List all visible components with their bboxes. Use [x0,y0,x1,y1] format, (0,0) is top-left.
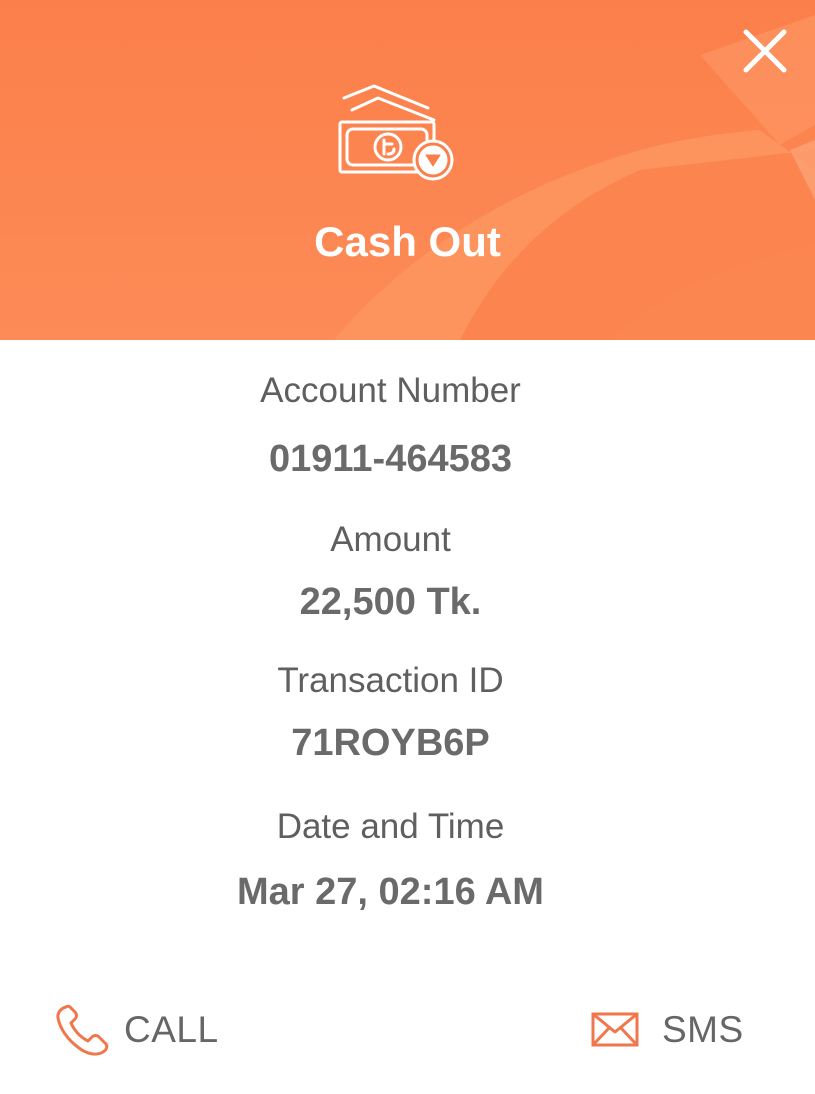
call-label: CALL [124,1009,219,1050]
date-time-label: Date and Time [276,807,505,846]
sms-label: SMS [662,1009,744,1050]
close-button[interactable] [736,22,794,80]
sms-button[interactable]: SMS [590,998,744,1062]
cash-out-money-icon [338,84,454,181]
amount-label: Amount [330,520,451,559]
envelope-icon [591,1012,639,1047]
close-icon [743,29,787,73]
transaction-id-label: Transaction ID [277,661,504,700]
transaction-id-value: 71ROYB6P [291,722,490,764]
phone-icon [56,1004,109,1056]
account-number-value: 01911-464583 [268,438,513,480]
account-number-label: Account Number [260,371,521,410]
page-title: Cash Out [314,218,501,265]
date-time-value: Mar 27, 02:16 AM [237,871,544,913]
header-banner: Cash Out [0,0,815,340]
call-button[interactable]: CALL [54,998,219,1062]
amount-value: 22,500 Tk. [299,581,482,623]
